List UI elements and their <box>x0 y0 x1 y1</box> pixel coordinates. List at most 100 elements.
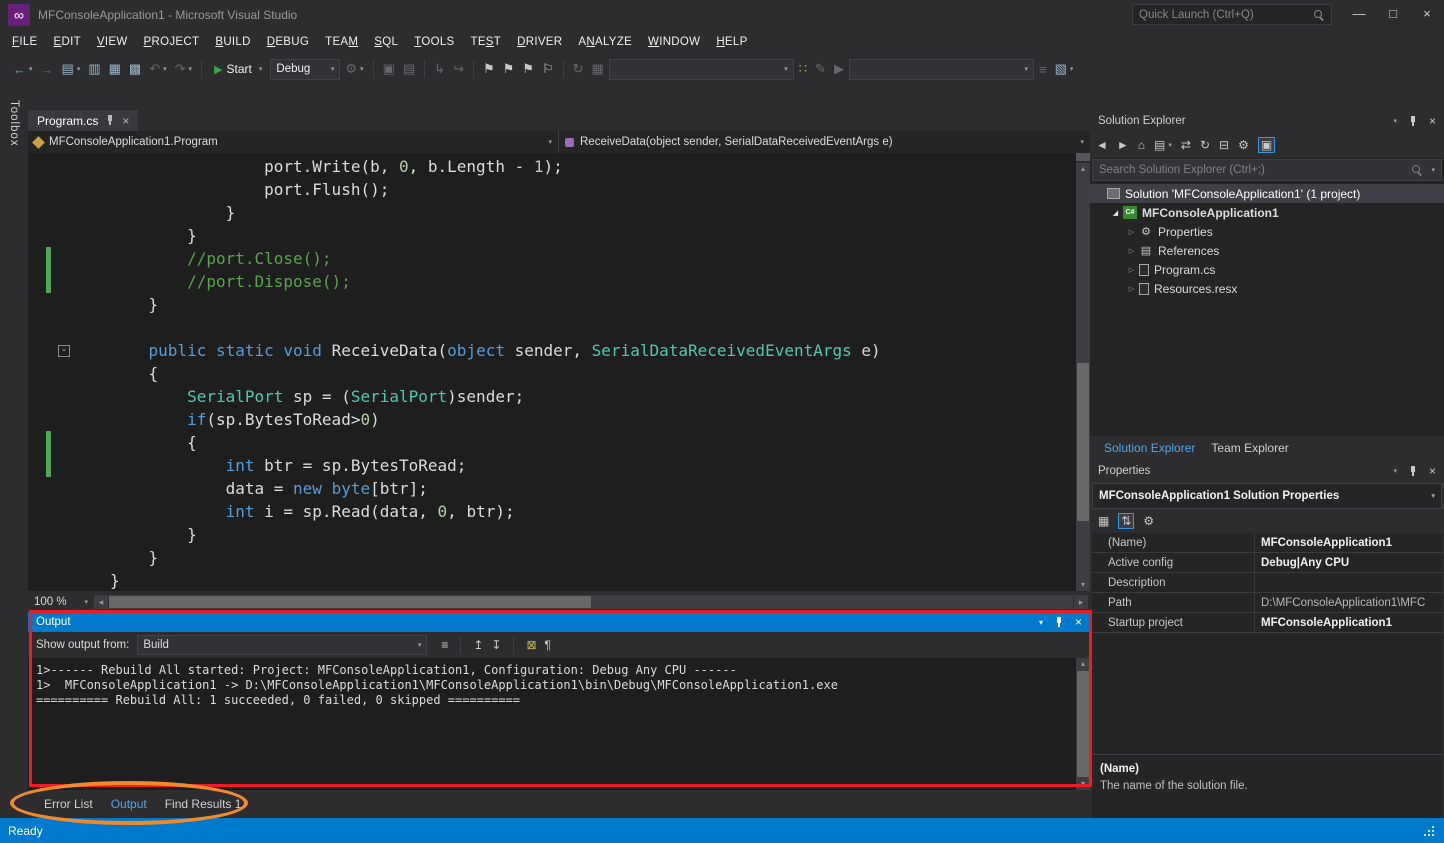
output-title-bar[interactable]: Output ▾ × <box>28 612 1090 632</box>
code-editor[interactable]: - port.Write(b, 0, b.Length - 1); port.F… <box>28 153 1090 591</box>
menu-item-analyze[interactable]: ANALYZE <box>570 33 640 51</box>
categorized-icon[interactable]: ▦ <box>1098 514 1109 528</box>
edit-in-find-icon[interactable]: ✎ <box>812 59 829 79</box>
scrollbar-thumb[interactable] <box>1077 363 1089 521</box>
pin-icon[interactable] <box>1408 116 1418 127</box>
scrollbar-thumb[interactable] <box>109 596 591 608</box>
properties-object-selector[interactable]: MFConsoleApplication1 Solution Propertie… <box>1092 483 1442 509</box>
menu-item-tools[interactable]: TOOLS <box>406 33 462 51</box>
expander-icon[interactable]: ▷ <box>1126 247 1137 255</box>
window-position-icon[interactable]: ▾ <box>1039 618 1043 627</box>
splitter-handle[interactable] <box>1076 153 1090 163</box>
previous-bookmark-icon[interactable]: ⚑ <box>500 59 518 79</box>
navigate-forward-icon[interactable]: → <box>38 60 57 79</box>
solution-configurations-combo[interactable]: Debug▾ <box>270 59 340 80</box>
property-row-name[interactable]: (Name)MFConsoleApplication1 <box>1092 533 1442 553</box>
toggle-bookmark-icon[interactable]: ⚑ <box>480 59 498 79</box>
find-options-icon[interactable]: ∷ <box>796 59 810 79</box>
switch-views-icon[interactable]: ▤▾ <box>1154 138 1172 152</box>
output-source-combo[interactable]: Build ▾ <box>137 635 427 655</box>
collapse-all-icon[interactable]: ⊟ <box>1219 138 1229 152</box>
editor-horizontal-scrollbar[interactable]: ◂ ▸ <box>94 595 1088 609</box>
immediate-window-icon[interactable]: ▤ <box>400 59 418 79</box>
menu-item-team[interactable]: TEAM <box>317 33 366 51</box>
find-message-icon[interactable]: ≡ <box>441 638 448 652</box>
command-window-icon[interactable]: ▦ <box>589 59 607 79</box>
window-position-icon[interactable]: ▾ <box>1393 117 1397 125</box>
undo-icon[interactable]: ↶▾ <box>146 59 169 79</box>
menu-item-edit[interactable]: EDIT <box>46 33 89 51</box>
panel-tab-solution-explorer[interactable]: Solution Explorer <box>1096 437 1203 459</box>
menu-item-window[interactable]: WINDOW <box>640 33 708 51</box>
close-icon[interactable]: × <box>1429 114 1436 128</box>
find-next-icon[interactable]: ▶ <box>831 59 847 79</box>
close-icon[interactable]: × <box>1429 464 1436 478</box>
step-into-icon[interactable]: ↳ <box>431 59 448 79</box>
toolbox-tab[interactable]: Toolbox <box>8 100 20 147</box>
code-area[interactable]: port.Write(b, 0, b.Length - 1); port.Flu… <box>88 153 1076 591</box>
clear-bookmarks-icon[interactable]: ⚐ <box>539 59 557 79</box>
redo-icon[interactable]: ↷▾ <box>172 59 195 79</box>
menu-item-debug[interactable]: DEBUG <box>259 33 317 51</box>
open-file-icon[interactable]: ▥ <box>85 59 103 79</box>
start-debug-button[interactable]: ▶Start▾ <box>208 62 268 76</box>
extensions-icon[interactable]: ▧▾ <box>1052 59 1077 79</box>
expander-icon[interactable]: ▷ <box>1126 266 1137 274</box>
tree-item-mfconsoleapplication1[interactable]: ◢C#MFConsoleApplication1 <box>1090 203 1444 222</box>
quick-launch-input[interactable]: Quick Launch (Ctrl+Q) <box>1132 4 1332 25</box>
scrollbar-thumb[interactable] <box>1077 671 1089 777</box>
window-position-icon[interactable]: ▾ <box>1393 467 1397 475</box>
zoom-selector[interactable]: 100 % ▾ <box>28 593 94 611</box>
menu-item-build[interactable]: BUILD <box>207 33 258 51</box>
resize-grip[interactable] <box>1422 824 1436 838</box>
menu-item-file[interactable]: FILE <box>4 33 46 51</box>
command-combo[interactable]: ▾ <box>849 59 1034 80</box>
close-button[interactable]: × <box>1410 0 1444 26</box>
scroll-left-icon[interactable]: ◂ <box>94 595 108 609</box>
tool-window-tab-output[interactable]: Output <box>103 793 155 815</box>
solution-platforms-icon[interactable]: ≡ <box>1036 60 1050 79</box>
maximize-button[interactable]: □ <box>1376 0 1410 26</box>
scroll-right-icon[interactable]: ▸ <box>1074 595 1088 609</box>
forward-icon[interactable]: ► <box>1117 138 1129 152</box>
tree-item-resources-resx[interactable]: ▷Resources.resx <box>1090 279 1444 298</box>
back-icon[interactable]: ◄ <box>1096 138 1108 152</box>
step-over-icon[interactable]: ↪ <box>450 59 467 79</box>
close-icon[interactable]: × <box>122 114 129 128</box>
document-tab-program-cs[interactable]: Program.cs × <box>28 110 138 131</box>
property-row-startup-project[interactable]: Startup projectMFConsoleApplication1 <box>1092 613 1442 633</box>
new-project-icon[interactable]: ▤▾ <box>59 59 84 79</box>
menu-item-sql[interactable]: SQL <box>366 33 406 51</box>
pin-icon[interactable] <box>1054 617 1064 628</box>
close-icon[interactable]: × <box>1075 615 1082 629</box>
expander-icon[interactable]: ▷ <box>1126 228 1137 236</box>
toggle-word-wrap-icon[interactable]: ¶ <box>545 638 551 652</box>
pin-icon[interactable] <box>105 115 115 126</box>
scrollbar-track[interactable] <box>109 595 1073 609</box>
property-row-description[interactable]: Description <box>1092 573 1442 593</box>
scroll-up-icon[interactable]: ▴ <box>1076 658 1090 670</box>
menu-item-help[interactable]: HELP <box>708 33 755 51</box>
expander-icon[interactable]: ◢ <box>1110 209 1121 217</box>
output-log[interactable]: 1>------ Rebuild All started: Project: M… <box>28 658 1076 790</box>
tree-item-solution-mfconsoleapplication1-1-project[interactable]: Solution 'MFConsoleApplication1' (1 proj… <box>1090 184 1444 203</box>
expander-icon[interactable]: ▷ <box>1126 285 1137 293</box>
tool-window-tab-find-results-1[interactable]: Find Results 1 <box>157 793 250 815</box>
go-to-next-message-icon[interactable]: ↧ <box>491 638 501 652</box>
go-to-previous-message-icon[interactable]: ↥ <box>473 638 483 652</box>
pin-icon[interactable] <box>1408 466 1418 477</box>
scroll-up-icon[interactable]: ▴ <box>1076 163 1090 175</box>
output-scrollbar[interactable]: ▴ ▾ <box>1076 658 1090 790</box>
home-icon[interactable]: ⌂ <box>1138 138 1145 152</box>
find-combo[interactable]: ▾ <box>609 59 794 80</box>
tree-item-properties[interactable]: ▷⚙Properties <box>1090 222 1444 241</box>
navigate-backward-icon[interactable]: ←▾ <box>10 60 36 79</box>
clear-all-icon[interactable]: ⊠ <box>526 638 536 652</box>
menu-item-driver[interactable]: DRIVER <box>509 33 570 51</box>
properties-wrench-icon[interactable]: ⚙ <box>1143 514 1154 528</box>
breakpoints-window-icon[interactable]: ▣ <box>380 59 398 79</box>
properties-icon[interactable]: ⚙ <box>1238 138 1249 152</box>
scroll-down-icon[interactable]: ▾ <box>1076 579 1090 591</box>
collapse-region-icon[interactable]: - <box>58 345 70 357</box>
alphabetical-icon[interactable]: ⇅ <box>1118 513 1134 529</box>
